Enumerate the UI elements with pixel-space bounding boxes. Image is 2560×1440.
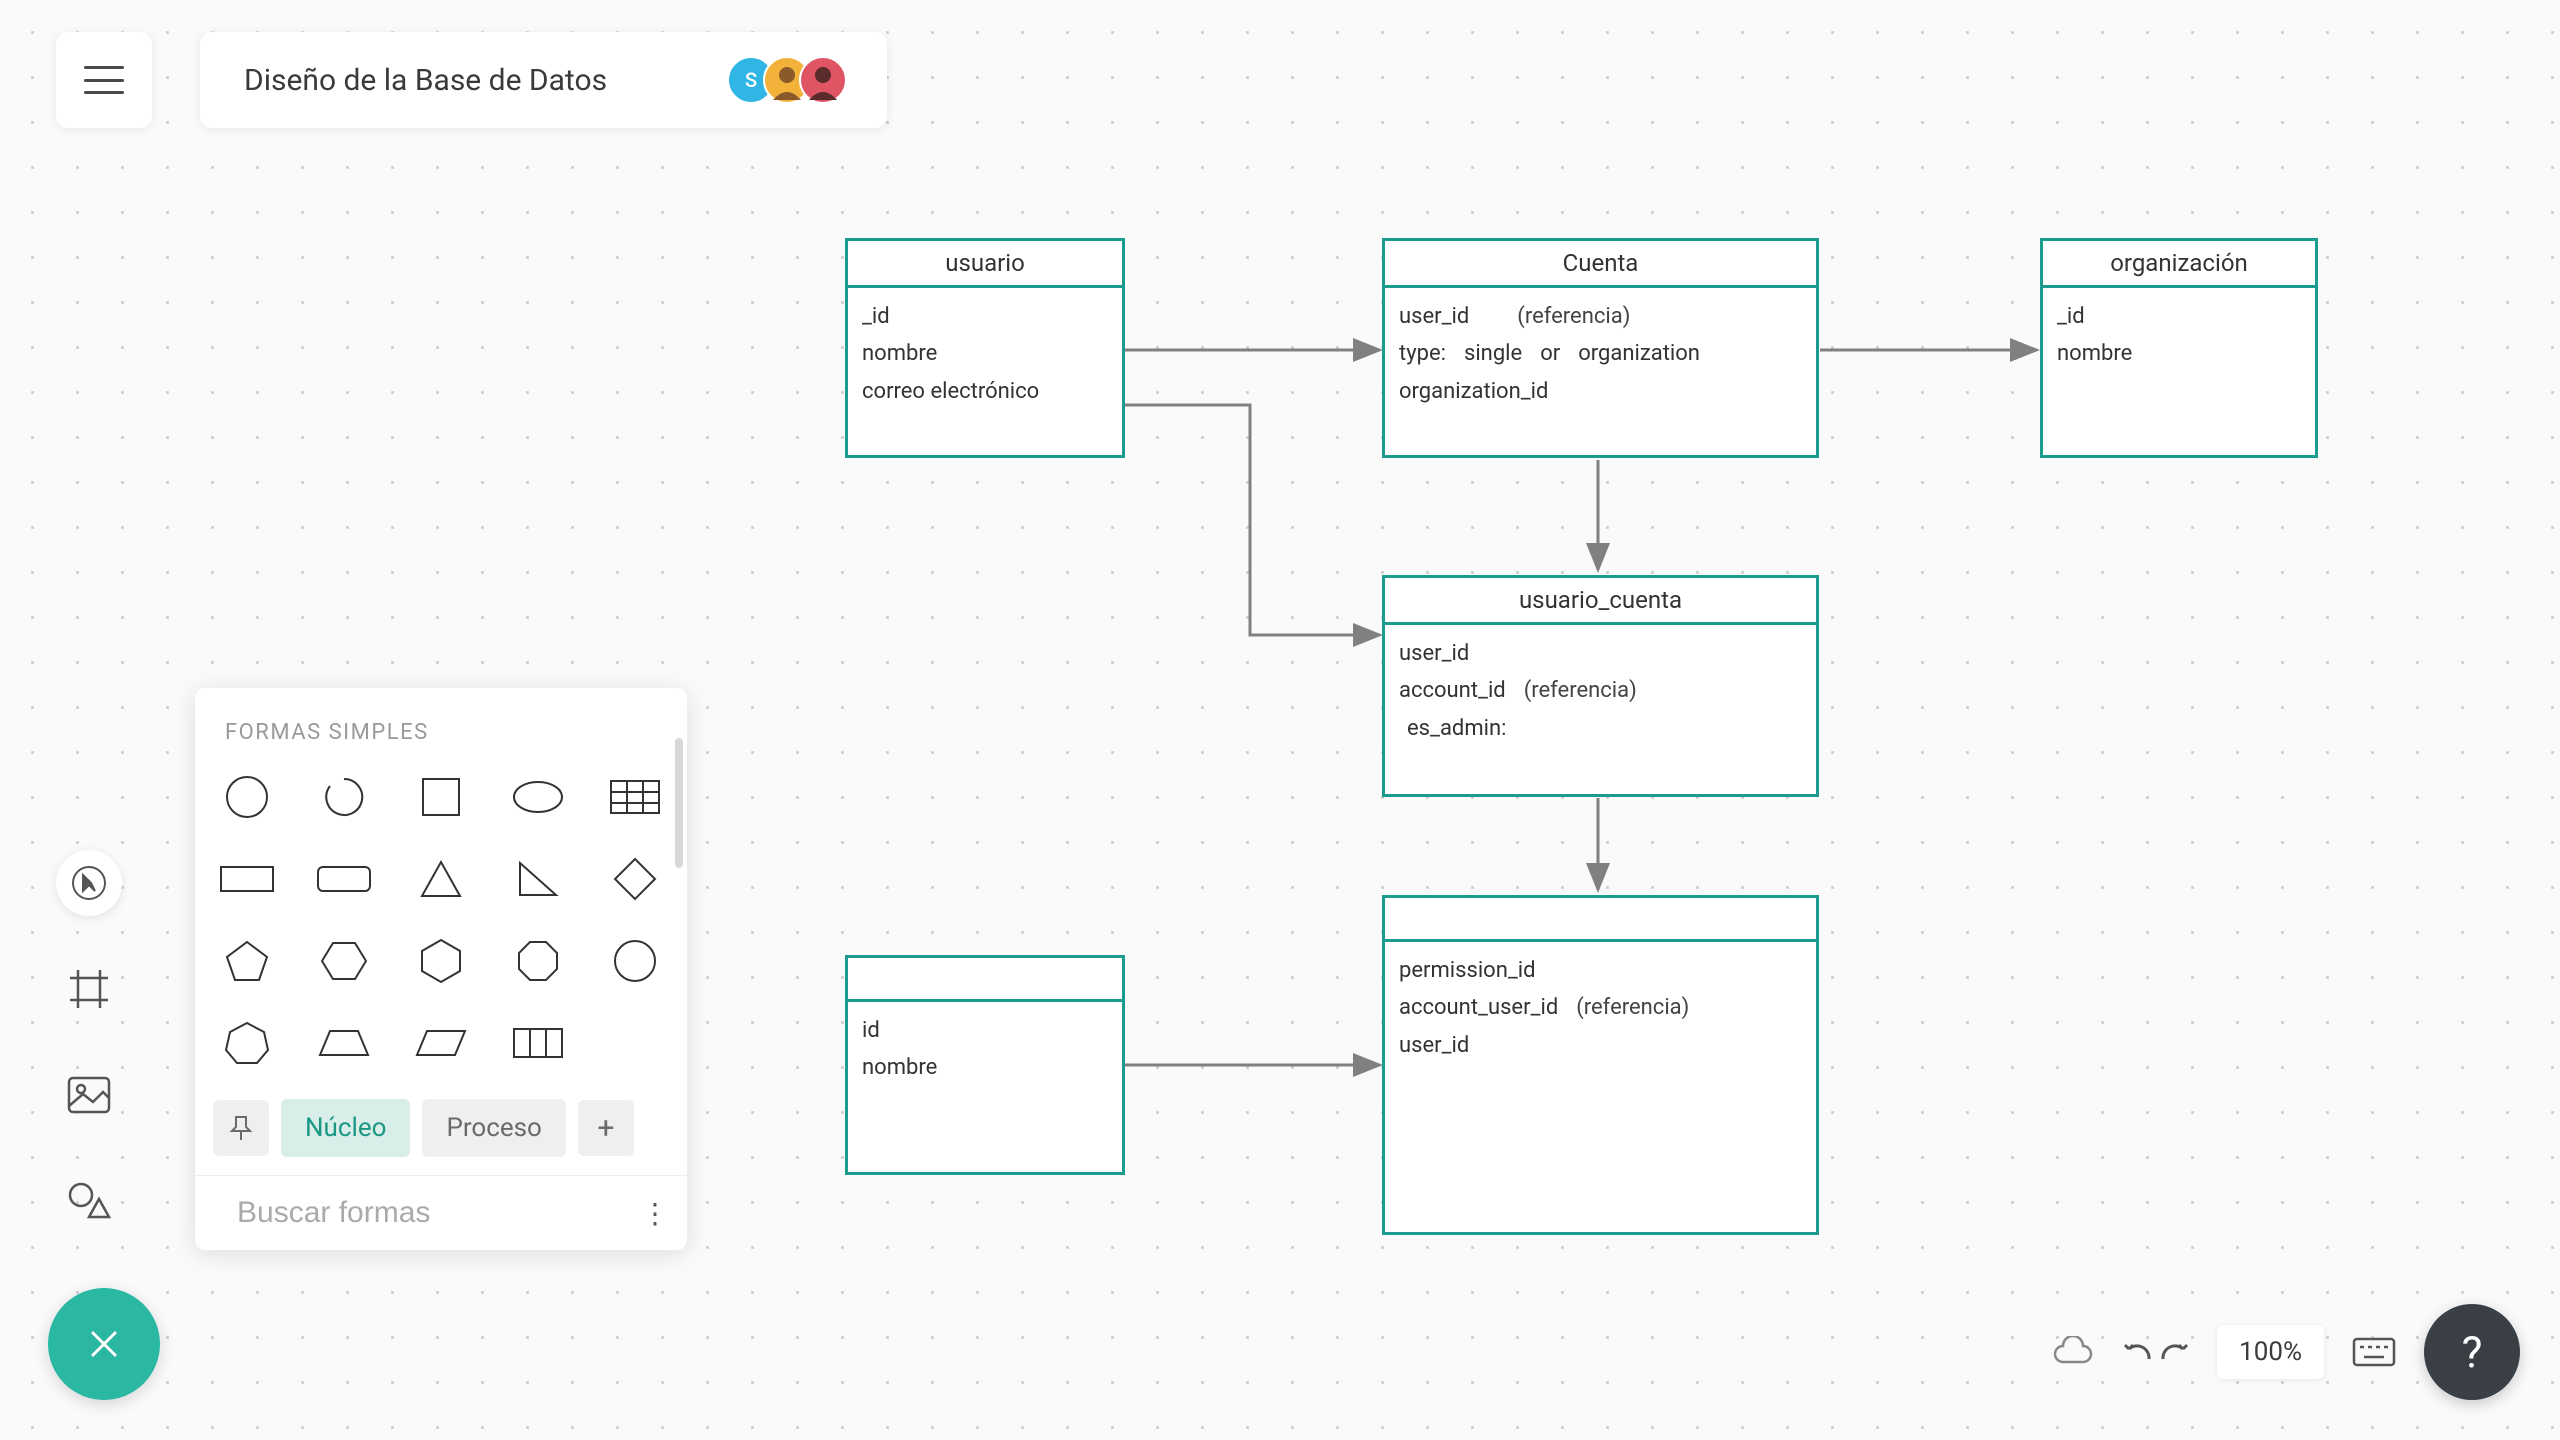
field: nombre bbox=[862, 1049, 1108, 1086]
menu-button[interactable] bbox=[56, 32, 152, 128]
shape-pentagon[interactable] bbox=[219, 933, 275, 989]
image-tool[interactable] bbox=[56, 1062, 122, 1128]
shapes-grid bbox=[195, 761, 687, 1087]
field: account_user_id bbox=[1399, 989, 1558, 1026]
shape-ellipse[interactable] bbox=[510, 769, 566, 825]
entity-body: _id nombre bbox=[2043, 288, 2315, 383]
field: permission_id bbox=[1399, 952, 1802, 989]
field: single bbox=[1464, 335, 1522, 372]
field-ref: (referencia) bbox=[1517, 298, 1630, 335]
cloud-sync-icon[interactable] bbox=[2051, 1336, 2095, 1368]
field: es_admin: bbox=[1399, 710, 1802, 747]
tab-proceso[interactable]: Proceso bbox=[422, 1099, 565, 1157]
field: type: bbox=[1399, 335, 1446, 372]
undo-button[interactable] bbox=[2123, 1339, 2153, 1365]
entity-body: id nombre bbox=[848, 1002, 1122, 1097]
collaborator-avatars[interactable]: S bbox=[727, 56, 847, 104]
shape-heptagon[interactable] bbox=[219, 1015, 275, 1071]
pin-library-button[interactable] bbox=[213, 1100, 269, 1156]
shapes-panel: FORMAS SIMPLES Núcleo Proceso + ⋮ bbox=[195, 688, 687, 1250]
shape-hexagon-flat[interactable] bbox=[413, 933, 469, 989]
side-toolbar bbox=[56, 850, 122, 1234]
shape-right-triangle[interactable] bbox=[510, 851, 566, 907]
shape-triangle[interactable] bbox=[413, 851, 469, 907]
field: or bbox=[1540, 335, 1560, 372]
entity-title bbox=[848, 958, 1122, 1002]
shape-parallelogram[interactable] bbox=[413, 1015, 469, 1071]
shape-diamond[interactable] bbox=[607, 851, 663, 907]
close-panel-button[interactable] bbox=[48, 1288, 160, 1400]
entity-title: usuario bbox=[848, 241, 1122, 288]
field: nombre bbox=[862, 335, 1108, 372]
field-ref: (referencia) bbox=[1524, 672, 1637, 709]
entity-organizacion[interactable]: organización _id nombre bbox=[2040, 238, 2318, 458]
field: id bbox=[862, 1012, 1108, 1049]
entity-title: Cuenta bbox=[1385, 241, 1816, 288]
redo-button[interactable] bbox=[2159, 1339, 2189, 1365]
shape-circle-outline[interactable] bbox=[607, 933, 663, 989]
entity-usuario[interactable]: usuario _id nombre correo electrónico bbox=[845, 238, 1125, 458]
shape-octagon[interactable] bbox=[510, 933, 566, 989]
avatar[interactable] bbox=[799, 56, 847, 104]
shape-arc[interactable] bbox=[316, 769, 372, 825]
shape-circle[interactable] bbox=[219, 769, 275, 825]
entity-body: _id nombre correo electrónico bbox=[848, 288, 1122, 420]
entity-unnamed[interactable]: id nombre bbox=[845, 955, 1125, 1175]
keyboard-icon[interactable] bbox=[2352, 1337, 2396, 1367]
search-more-button[interactable]: ⋮ bbox=[641, 1197, 665, 1230]
entity-body: user_id account_id (referencia) es_admin… bbox=[1385, 625, 1816, 757]
field: account_id bbox=[1399, 672, 1506, 709]
add-library-button[interactable]: + bbox=[578, 1100, 634, 1156]
entity-body: user_id (referencia) type: single or org… bbox=[1385, 288, 1816, 420]
field: user_id bbox=[1399, 1027, 1802, 1064]
hamburger-icon bbox=[84, 66, 124, 94]
bottom-right-controls: 100% ? bbox=[2051, 1304, 2520, 1400]
shape-hexagon[interactable] bbox=[316, 933, 372, 989]
field: organization_id bbox=[1399, 373, 1802, 410]
field: nombre bbox=[2057, 335, 2301, 372]
entity-body: permission_id account_user_id (referenci… bbox=[1385, 942, 1816, 1074]
close-icon bbox=[86, 1326, 122, 1362]
shape-empty bbox=[607, 1015, 663, 1071]
title-card: Diseño de la Base de Datos S bbox=[200, 32, 887, 128]
pointer-tool[interactable] bbox=[56, 850, 122, 916]
field: _id bbox=[2057, 298, 2301, 335]
zoom-level[interactable]: 100% bbox=[2217, 1325, 2324, 1379]
shape-grid[interactable] bbox=[510, 1015, 566, 1071]
shape-rounded-rect[interactable] bbox=[316, 851, 372, 907]
field-ref: (referencia) bbox=[1576, 989, 1689, 1026]
entity-title: usuario_cuenta bbox=[1385, 578, 1816, 625]
field: organization bbox=[1578, 335, 1700, 372]
entity-title: organización bbox=[2043, 241, 2315, 288]
shapes-tool[interactable] bbox=[56, 1168, 122, 1234]
entity-cuenta[interactable]: Cuenta user_id (referencia) type: single… bbox=[1382, 238, 1819, 458]
field: _id bbox=[862, 298, 1108, 335]
shape-trapezoid[interactable] bbox=[316, 1015, 372, 1071]
shape-table[interactable] bbox=[607, 769, 663, 825]
shapes-search-bar: ⋮ bbox=[195, 1175, 687, 1250]
field: correo electrónico bbox=[862, 373, 1108, 410]
entity-permission[interactable]: permission_id account_user_id (referenci… bbox=[1382, 895, 1819, 1235]
panel-scrollbar[interactable] bbox=[675, 738, 683, 868]
help-icon: ? bbox=[2462, 1326, 2483, 1378]
entity-usuario-cuenta[interactable]: usuario_cuenta user_id account_id (refer… bbox=[1382, 575, 1819, 797]
field: user_id bbox=[1399, 298, 1469, 335]
shape-library-tabs: Núcleo Proceso + bbox=[195, 1087, 687, 1175]
frame-tool[interactable] bbox=[56, 956, 122, 1022]
shapes-search-input[interactable] bbox=[237, 1196, 623, 1230]
shape-square[interactable] bbox=[413, 769, 469, 825]
field: user_id bbox=[1399, 635, 1802, 672]
tab-nucleo[interactable]: Núcleo bbox=[281, 1099, 410, 1157]
shapes-section-label: FORMAS SIMPLES bbox=[195, 688, 687, 761]
pin-icon bbox=[226, 1113, 256, 1143]
document-title[interactable]: Diseño de la Base de Datos bbox=[244, 63, 607, 98]
help-button[interactable]: ? bbox=[2424, 1304, 2520, 1400]
entity-title bbox=[1385, 898, 1816, 942]
shape-rectangle[interactable] bbox=[219, 851, 275, 907]
